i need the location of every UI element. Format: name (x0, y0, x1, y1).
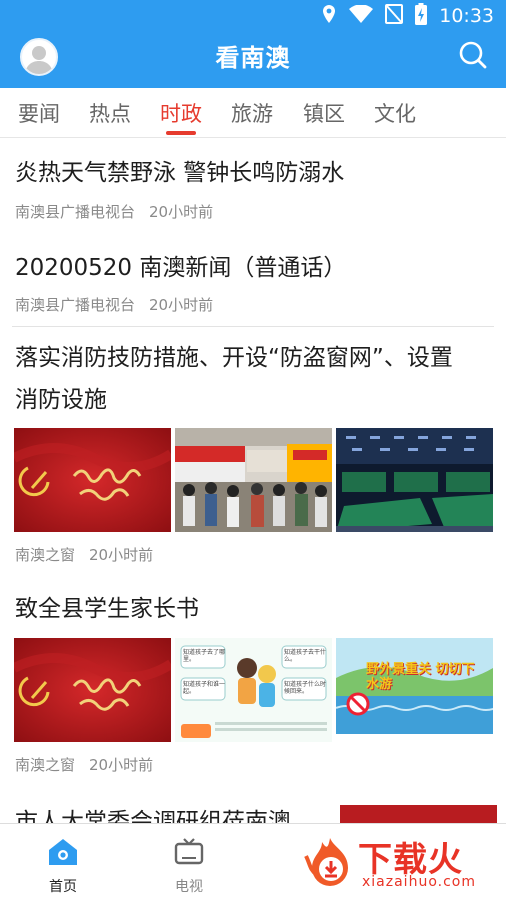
search-icon[interactable] (458, 40, 488, 70)
news-meta: 南澳县广播电视台 20小时前 (15, 294, 213, 315)
news-time: 20小时前 (149, 203, 214, 221)
news-title[interactable]: 市人大常委会调研组莅南澳 (15, 801, 325, 823)
active-tab-indicator (166, 131, 196, 135)
thumbnail-no-swimming-poster[interactable]: 野外景重关 切切下水游 (336, 638, 493, 742)
watermark-url: xiazaihuo.com (362, 874, 476, 890)
battery-charging-icon (415, 3, 428, 29)
tab-yaowen[interactable]: 要闻 (18, 98, 60, 128)
poster-bubble: 知道孩子什么时候回来。 (284, 681, 327, 695)
tab-zhenqu[interactable]: 镇区 (303, 98, 345, 128)
news-title-line-1[interactable]: 落实消防技防措施、开设“防盗窗网”、设置 (15, 337, 485, 379)
app-header: 看南澳 (0, 32, 506, 88)
news-meta: 南澳县广播电视台 20小时前 (15, 201, 213, 222)
divider (12, 326, 494, 327)
news-time: 20小时前 (89, 756, 154, 774)
thumbnail-party-banner[interactable] (14, 428, 171, 532)
news-source: 南澳县广播电视台 (15, 296, 136, 314)
news-source: 南澳之窗 (15, 546, 76, 564)
thumbnail-billiards-hall[interactable] (336, 428, 493, 532)
location-icon (321, 4, 337, 28)
news-time: 20小时前 (149, 296, 214, 314)
wifi-icon (349, 4, 374, 27)
clock: 10:33 (439, 5, 494, 27)
tab-wenhua[interactable]: 文化 (374, 98, 416, 128)
status-bar: 10:33 (0, 0, 506, 32)
thumbnail-safety-poster[interactable]: 知道孩子去了哪里。 知道孩子去干什么。 知道孩子和谁一起。 知道孩子什么时候回来… (175, 638, 332, 742)
home-icon (47, 839, 79, 870)
nav-label: 电视 (175, 879, 203, 895)
news-title[interactable]: 致全县学生家长书 (15, 588, 485, 630)
news-meta: 南澳之窗 20小时前 (15, 754, 153, 775)
signal-off-icon (385, 4, 404, 28)
nav-tv[interactable]: 电视 (149, 838, 229, 896)
category-tabs: 要闻 热点 时政 旅游 镇区 文化 (0, 88, 506, 138)
news-source: 南澳之窗 (15, 756, 76, 774)
tab-shizheng[interactable]: 时政 (160, 98, 202, 128)
news-title[interactable]: 炎热天气禁野泳 警钟长鸣防溺水 (15, 152, 485, 194)
tab-lvyou[interactable]: 旅游 (231, 98, 273, 128)
news-meta: 南澳之窗 20小时前 (15, 544, 153, 565)
news-source: 南澳县广播电视台 (15, 203, 136, 221)
poster-bubble: 知道孩子去干什么。 (284, 649, 327, 663)
tv-icon (174, 838, 204, 870)
poster-bubble: 知道孩子去了哪里。 (183, 649, 226, 663)
nav-home[interactable]: 首页 (23, 838, 103, 896)
flame-logo-icon (304, 838, 348, 886)
news-title[interactable]: 20200520 南澳新闻（普通话） (15, 247, 485, 289)
news-time: 20小时前 (89, 546, 154, 564)
thumbnail-party-banner[interactable] (14, 638, 171, 742)
thumbnail-street-crowd[interactable] (175, 428, 332, 532)
news-title-line-2[interactable]: 消防设施 (15, 379, 485, 421)
poster-bubble: 知道孩子和谁一起。 (183, 681, 226, 695)
thumbnail-party-banner[interactable] (340, 805, 497, 823)
news-list: 炎热天气禁野泳 警钟长鸣防溺水 南澳县广播电视台 20小时前 20200520 南… (0, 138, 506, 823)
watermark: 下载火 xiazaihuo.com (300, 834, 500, 894)
tab-redian[interactable]: 热点 (89, 98, 131, 128)
nav-label: 首页 (49, 879, 77, 895)
page-title: 看南澳 (215, 44, 291, 72)
poster-text: 野外景重关 切切下水游 (366, 662, 475, 692)
